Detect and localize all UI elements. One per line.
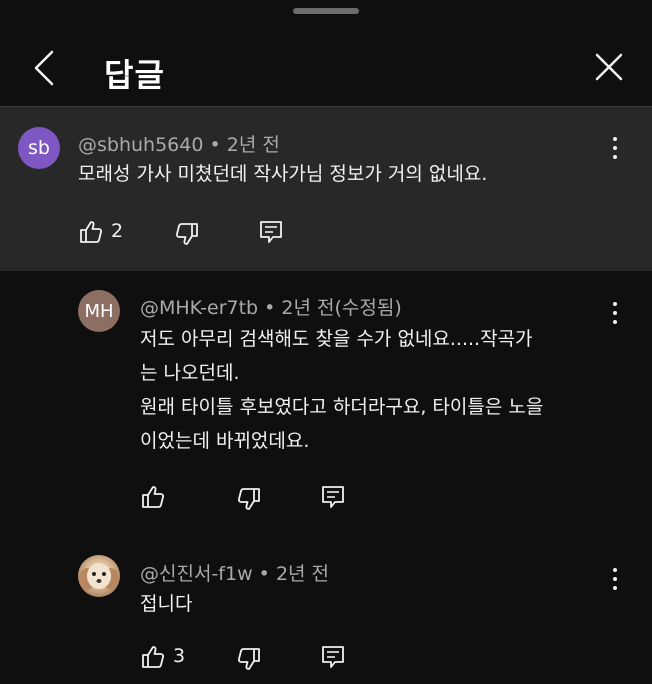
thumb-down-icon[interactable] (174, 221, 200, 247)
page-title: 답글 (104, 56, 165, 94)
more-vert-icon[interactable] (612, 302, 618, 324)
thumb-down-icon[interactable] (236, 646, 262, 672)
like-count: 2 (111, 220, 124, 242)
comment-author[interactable]: @MHK-er7tb (140, 297, 258, 319)
thumb-up-icon[interactable] (78, 219, 104, 245)
reply-icon[interactable] (320, 644, 346, 670)
avatar[interactable]: MH (78, 290, 120, 332)
replies-header: 답글 (0, 24, 652, 106)
reply-icon[interactable] (258, 219, 284, 245)
close-icon[interactable] (592, 50, 626, 84)
comment-text-line: 이었는데 바뀌었데요. (140, 430, 310, 452)
comment-meta: @신진서-f1w • 2년 전 (140, 559, 329, 586)
avatar[interactable] (78, 555, 120, 597)
more-vert-icon[interactable] (612, 568, 618, 590)
parent-comment: sb @sbhuh5640 • 2년 전 모래성 가사 미쳤던데 작사가님 정보… (0, 107, 652, 271)
avatar-initials: sb (28, 137, 50, 159)
sheet-drag-handle[interactable] (293, 8, 359, 14)
comment-text-line: 저도 아무리 검색해도 찾을 수가 없네요.....작곡가 (140, 328, 533, 350)
comment-author[interactable]: @sbhuh5640 (78, 134, 203, 156)
back-chevron-icon[interactable] (28, 48, 60, 88)
comment-text-line: 접니다 (140, 593, 193, 615)
meta-separator: • (264, 297, 276, 319)
thumb-up-icon[interactable] (140, 484, 166, 510)
comment-meta: @sbhuh5640 • 2년 전 (78, 130, 280, 157)
comment-text: 모래성 가사 미쳤던데 작사가님 정보가 거의 없네요. (78, 163, 488, 185)
meta-separator: • (209, 134, 221, 156)
comment-text-line: 는 나오던데. (140, 362, 240, 384)
thumb-down-icon[interactable] (236, 486, 262, 512)
comment-time: 2년 전 (226, 134, 280, 156)
dog-photo-icon (79, 563, 119, 590)
more-vert-icon[interactable] (612, 137, 618, 159)
like-count: 3 (173, 645, 186, 667)
comment-time: 2년 전 (275, 563, 330, 585)
comment-author[interactable]: @신진서-f1w (140, 563, 253, 585)
avatar[interactable]: sb (18, 127, 60, 169)
comment-meta: @MHK-er7tb • 2년 전(수정됨) (140, 293, 402, 320)
thumb-up-icon[interactable] (140, 644, 166, 670)
comment-text-line: 원래 타이틀 후보였다고 하더라구요, 타이틀은 노을 (140, 396, 544, 418)
avatar-initials: MH (84, 300, 114, 322)
reply-icon[interactable] (320, 484, 346, 510)
meta-separator: • (258, 563, 270, 585)
comment-time: 2년 전(수정됨) (281, 297, 402, 319)
